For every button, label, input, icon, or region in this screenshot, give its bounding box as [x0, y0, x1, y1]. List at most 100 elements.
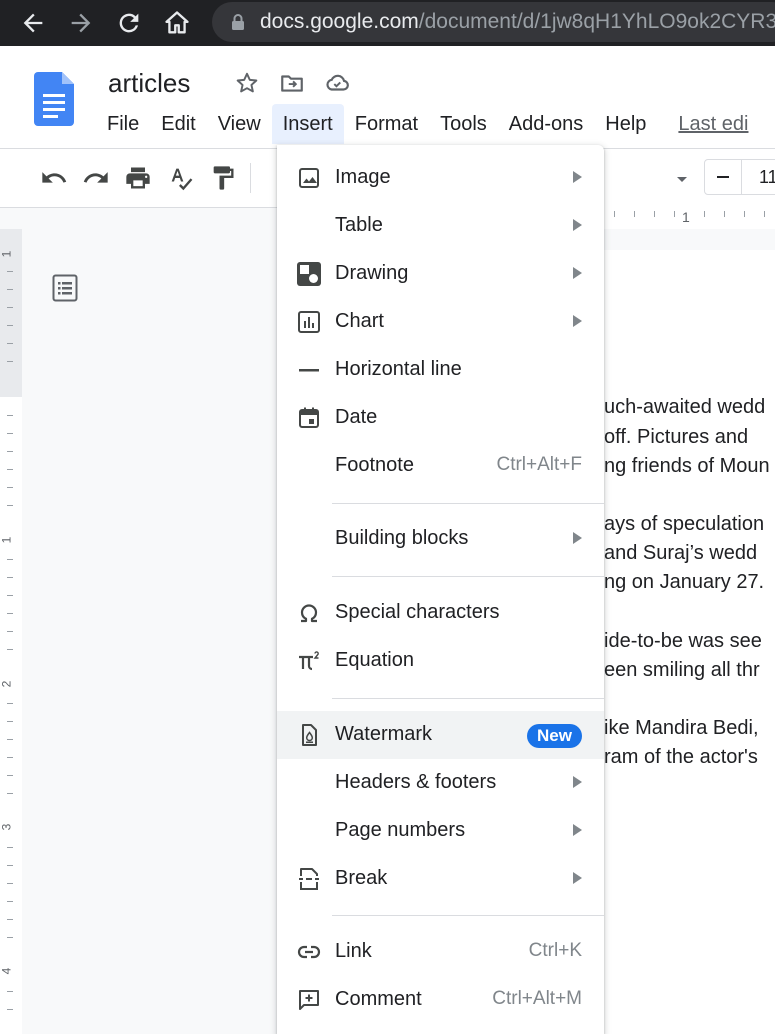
menu-item-equation[interactable]: Equation	[277, 637, 604, 685]
menu-item-date[interactable]: Date	[277, 394, 604, 442]
menu-item-watermark[interactable]: Watermark New	[277, 711, 604, 759]
redo-icon[interactable]	[82, 164, 110, 192]
menu-format[interactable]: Format	[344, 104, 429, 144]
menu-item-footnote[interactable]: Footnote Ctrl+Alt+F	[277, 442, 604, 490]
ruler-tick	[7, 505, 13, 506]
ruler-tick	[7, 919, 13, 920]
menu-item-page-numbers[interactable]: Page numbers	[277, 807, 604, 855]
document-text-line[interactable]: ike Mandira Bedi,	[604, 717, 775, 740]
ruler-number: 1	[682, 209, 690, 225]
ruler-tick	[7, 739, 13, 740]
ruler-tick	[7, 487, 13, 488]
menu-item-link[interactable]: Link Ctrl+K	[277, 928, 604, 976]
spellcheck-icon[interactable]	[167, 164, 195, 192]
decrease-font-size-button[interactable]	[705, 160, 742, 194]
forward-arrow-icon[interactable]	[67, 9, 95, 37]
menu-item-label: Drawing	[335, 262, 409, 284]
document-title[interactable]: articles	[108, 68, 190, 99]
menu-file[interactable]: File	[96, 104, 150, 144]
ruler-tick	[7, 271, 13, 272]
dropdown-arrow-icon[interactable]	[672, 169, 692, 189]
menu-item-image[interactable]: Image	[277, 154, 604, 202]
shortcut-text: Ctrl+Alt+F	[496, 454, 582, 475]
menu-item-label: Special characters	[335, 601, 500, 623]
ruler-tick	[7, 649, 13, 650]
menu-view[interactable]: View	[207, 104, 272, 144]
browser-toolbar: docs.google.com/document/d/1jw8qH1YhLO9o…	[0, 0, 775, 46]
ruler-number: 2	[0, 680, 14, 688]
document-text-line[interactable]: ng friends of Moun	[604, 455, 775, 478]
star-icon[interactable]	[234, 70, 260, 96]
last-edit-link[interactable]: Last edi	[667, 104, 759, 144]
document-text-line[interactable]: ng on January 27.	[604, 571, 775, 594]
move-to-folder-icon[interactable]	[279, 70, 305, 96]
ruler-tick	[7, 325, 13, 326]
ruler-number: 4	[0, 967, 14, 975]
reload-icon[interactable]	[115, 9, 143, 37]
menu-item-label: Chart	[335, 310, 384, 332]
document-text-line[interactable]: ays of speculation	[604, 513, 775, 536]
menu-item-horizontal-line[interactable]: Horizontal line	[277, 346, 604, 394]
font-size-input[interactable]: 11	[759, 167, 775, 188]
menu-item-label: Date	[335, 406, 378, 428]
ruler-tick	[634, 211, 635, 217]
menu-insert[interactable]: Insert	[271, 104, 344, 144]
ruler-number: 1	[0, 250, 14, 258]
url-host: docs.google.com	[260, 10, 419, 33]
ruler-number: 1	[0, 536, 14, 544]
menu-item-comment[interactable]: Comment Ctrl+Alt+M	[277, 976, 604, 1024]
submenu-arrow-icon	[573, 315, 582, 327]
ruler-tick	[7, 775, 13, 776]
menu-separator	[332, 698, 604, 699]
menu-item-building-blocks[interactable]: Building blocks	[277, 515, 604, 563]
document-text-line[interactable]: ide-to-be was see	[604, 630, 775, 653]
menu-item-drawing[interactable]: Drawing	[277, 250, 604, 298]
menu-item-special-characters[interactable]: Special characters	[277, 589, 604, 637]
ruler-tick	[7, 469, 13, 470]
menu-item-label: Footnote	[335, 454, 414, 476]
ruler-tick	[7, 613, 13, 614]
menu-item-label: Headers & footers	[335, 771, 497, 793]
ruler-tick	[704, 211, 705, 217]
ruler-tick	[7, 757, 13, 758]
menu-item-label: Table	[335, 214, 383, 236]
paint-format-icon[interactable]	[209, 164, 237, 192]
document-text-line[interactable]: een smiling all thr	[604, 659, 775, 682]
calendar-icon	[299, 407, 319, 428]
document-outline-icon[interactable]	[52, 274, 78, 302]
home-icon[interactable]	[163, 9, 191, 37]
menu-item-chart[interactable]: Chart	[277, 298, 604, 346]
document-text-line[interactable]: ram of the actor's	[604, 746, 775, 769]
ruler-tick	[7, 433, 13, 434]
document-text-line[interactable]: and Suraj’s wedd	[604, 542, 775, 565]
ruler-tick	[7, 937, 13, 938]
menu-item-label: Image	[335, 166, 391, 188]
document-text-line[interactable]: off. Pictures and	[604, 426, 775, 449]
menu-item-break[interactable]: Break	[277, 855, 604, 903]
address-bar[interactable]: docs.google.com/document/d/1jw8qH1YhLO9o…	[212, 2, 775, 42]
cloud-saved-icon[interactable]	[324, 70, 350, 96]
submenu-arrow-icon	[573, 267, 582, 279]
menu-edit[interactable]: Edit	[150, 104, 206, 144]
image-icon	[299, 168, 319, 188]
ruler-tick	[7, 595, 13, 596]
menu-item-label: Page numbers	[335, 819, 466, 841]
print-icon[interactable]	[124, 164, 152, 192]
back-arrow-icon[interactable]	[19, 9, 47, 37]
menu-tools[interactable]: Tools	[429, 104, 498, 144]
font-size-control: 11	[704, 159, 775, 195]
ruler-tick	[7, 1009, 13, 1010]
google-docs-logo-icon[interactable]	[34, 72, 74, 126]
menu-add-ons[interactable]: Add-ons	[498, 104, 595, 144]
horizontal-line-icon	[299, 369, 319, 372]
link-icon	[297, 945, 321, 959]
undo-icon[interactable]	[40, 164, 68, 192]
menu-help[interactable]: Help	[594, 104, 657, 144]
omega-icon	[300, 604, 318, 623]
document-text-line[interactable]: uch-awaited wedd	[604, 396, 775, 419]
ruler-tick	[7, 307, 13, 308]
menu-item-headers-footers[interactable]: Headers & footers	[277, 759, 604, 807]
ruler-tick	[7, 793, 13, 794]
menu-item-table[interactable]: Table	[277, 202, 604, 250]
shortcut-text: Ctrl+K	[528, 940, 582, 961]
